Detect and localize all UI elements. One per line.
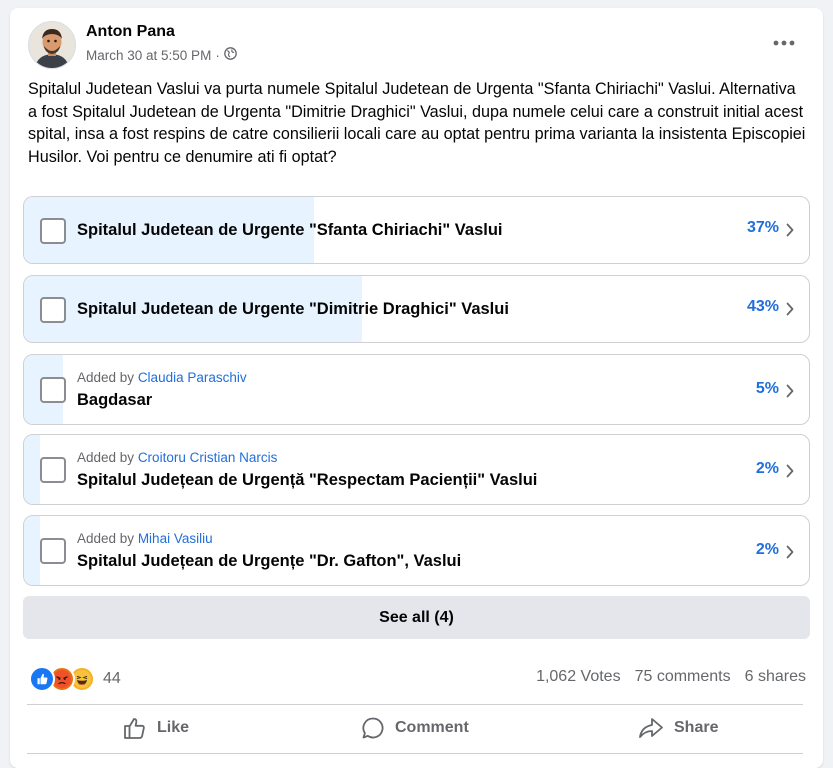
chevron-right-icon	[786, 464, 794, 478]
poll-option-added-by: Added by Claudia Paraschiv	[77, 370, 247, 385]
post-card: Anton Pana March 30 at 5:50 PM · Spitalu…	[10, 8, 823, 768]
like-label: Like	[157, 719, 190, 736]
poll-option-label: Spitalul Județean de Urgență "Respectam …	[77, 471, 538, 489]
added-by-name[interactable]: Croitoru Cristian Narcis	[138, 450, 278, 465]
poll-option-label: Bagdasar	[77, 391, 153, 409]
poll-option-label: Spitalul Judetean de Urgente "Sfanta Chi…	[77, 221, 503, 239]
poll-option-fill	[24, 435, 40, 504]
poll-option-checkbox[interactable]	[40, 457, 66, 483]
like-icon	[124, 718, 145, 739]
poll-option[interactable]: Added by Mihai Vasiliu Spitalul Județean…	[23, 515, 810, 586]
chevron-right-icon	[786, 545, 794, 559]
chevron-right-icon	[786, 223, 794, 237]
poll-option[interactable]: Added by Croitoru Cristian Narcis Spital…	[23, 434, 810, 505]
post-timestamp[interactable]: March 30 at 5:50 PM	[86, 48, 211, 63]
reaction-count[interactable]: 44	[103, 670, 121, 688]
poll-option-checkbox[interactable]	[40, 377, 66, 403]
comment-button[interactable]: Comment	[361, 714, 469, 742]
chevron-right-icon	[786, 302, 794, 316]
poll-option-label: Spitalul Județean de Urgențe "Dr. Gafton…	[77, 552, 462, 570]
votes-count[interactable]: 1,062 Votes	[536, 668, 621, 686]
divider	[27, 753, 803, 754]
share-label: Share	[674, 719, 719, 736]
poll-option-checkbox[interactable]	[40, 297, 66, 323]
poll-option[interactable]: Spitalul Judetean de Urgente "Dimitrie D…	[23, 275, 810, 343]
added-by-prefix: Added by	[77, 370, 135, 385]
added-by-name[interactable]: Mihai Vasiliu	[138, 531, 213, 546]
added-by-prefix: Added by	[77, 531, 135, 546]
post-meta: March 30 at 5:50 PM ·	[86, 47, 237, 63]
see-all-button[interactable]: See all (4)	[23, 596, 810, 639]
poll-option-percent: 2%	[755, 460, 779, 477]
comments-count[interactable]: 75 comments	[635, 668, 731, 686]
post-stats: 1,062 Votes 75 comments 6 shares	[536, 668, 806, 686]
comment-label: Comment	[395, 719, 469, 736]
chevron-right-icon	[786, 384, 794, 398]
reactions-summary[interactable]: 44	[29, 666, 121, 692]
globe-icon	[223, 47, 237, 63]
poll-option-percent: 5%	[755, 380, 779, 397]
share-button[interactable]: Share	[638, 714, 718, 742]
added-by-prefix: Added by	[77, 450, 135, 465]
poll-option[interactable]: Spitalul Judetean de Urgente "Sfanta Chi…	[23, 196, 810, 264]
poll-option-percent: 2%	[755, 541, 779, 558]
poll-option-added-by: Added by Croitoru Cristian Narcis	[77, 450, 277, 465]
author-name[interactable]: Anton Pana	[86, 23, 175, 41]
comment-icon	[362, 717, 384, 739]
poll-option[interactable]: Added by Claudia Paraschiv Bagdasar 5%	[23, 354, 810, 425]
poll-option-added-by: Added by Mihai Vasiliu	[77, 531, 213, 546]
poll-option-fill	[24, 516, 40, 585]
share-icon	[639, 718, 663, 738]
divider	[27, 704, 803, 705]
like-reaction-icon	[29, 666, 55, 692]
like-button[interactable]: Like	[123, 714, 189, 742]
added-by-name[interactable]: Claudia Paraschiv	[138, 370, 247, 385]
avatar[interactable]	[28, 21, 76, 69]
poll-option-percent: 43%	[746, 298, 779, 315]
more-dots-icon[interactable]	[767, 32, 801, 54]
post-text: Spitalul Judetean Vaslui va purta numele…	[28, 80, 806, 166]
meta-separator: ·	[215, 47, 220, 63]
poll-option-checkbox[interactable]	[40, 218, 66, 244]
poll-option-checkbox[interactable]	[40, 538, 66, 564]
shares-count[interactable]: 6 shares	[745, 668, 806, 686]
poll-option-label: Spitalul Judetean de Urgente "Dimitrie D…	[77, 300, 509, 318]
poll-option-percent: 37%	[746, 219, 779, 236]
